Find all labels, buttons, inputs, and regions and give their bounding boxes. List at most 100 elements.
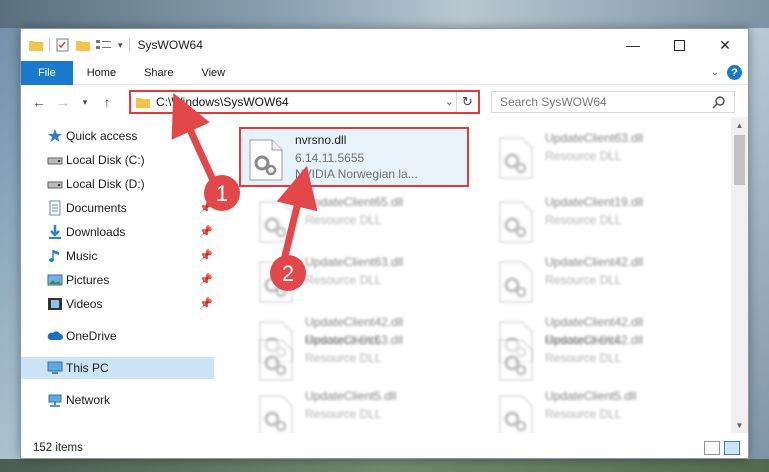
- item-count: 152 items: [33, 442, 83, 454]
- file-name: UpdateClient5.dll: [305, 389, 397, 403]
- pin-icon[interactable]: 📌: [199, 225, 213, 238]
- file-tile-highlighted[interactable]: nvrsno.dll 6.14.11.5655 NVIDIA Norwegian…: [239, 127, 469, 187]
- pin-icon[interactable]: 📌: [199, 249, 213, 262]
- help-icon[interactable]: ?: [727, 65, 742, 80]
- pc-icon: [47, 361, 63, 374]
- sidebar-item-downloads[interactable]: Downloads 📌: [21, 221, 214, 243]
- file-tile[interactable]: UpdateClient5.dll Resource DLL: [491, 385, 721, 433]
- sidebar-item-videos[interactable]: Videos 📌: [21, 293, 214, 315]
- downloads-icon: [49, 225, 61, 239]
- sidebar-item-onedrive[interactable]: OneDrive: [21, 325, 214, 347]
- sidebar-item-label: OneDrive: [66, 329, 117, 343]
- tab-share[interactable]: Share: [130, 61, 187, 85]
- desktop-wallpaper: [0, 0, 769, 28]
- sidebar-item-network[interactable]: Network: [21, 389, 214, 411]
- search-box[interactable]: Search SysWOW64: [491, 91, 735, 113]
- search-icon[interactable]: [712, 95, 726, 109]
- search-placeholder[interactable]: Search SysWOW64: [500, 95, 607, 109]
- documents-icon: [49, 200, 61, 216]
- sidebar-item-label: Videos: [66, 297, 103, 311]
- expand-ribbon-icon[interactable]: ⌄: [711, 67, 719, 78]
- file-description: Resource DLL: [545, 213, 622, 227]
- minimize-button[interactable]: —: [610, 29, 656, 61]
- scroll-down-icon[interactable]: ▼: [731, 417, 748, 433]
- pin-icon[interactable]: 📌: [199, 273, 213, 286]
- vertical-scrollbar[interactable]: ▲ ▼: [731, 117, 748, 433]
- star-icon: [48, 129, 62, 142]
- sidebar-item-local-disk-d[interactable]: Local Disk (D:): [21, 173, 214, 195]
- scroll-up-icon[interactable]: ▲: [731, 117, 748, 133]
- file-description: NVIDIA Norwegian la...: [295, 167, 418, 181]
- file-name: UpdateClient19.dll: [545, 195, 644, 209]
- sidebar-item-label: Quick access: [66, 129, 138, 143]
- pictures-icon: [47, 274, 63, 286]
- file-description: Resource DLL: [305, 351, 382, 365]
- close-button[interactable]: ✕: [702, 29, 748, 61]
- file-description: Resource DLL: [545, 273, 622, 287]
- customize-qat-icon[interactable]: ▾: [118, 40, 123, 51]
- file-description: Resource DLL: [545, 407, 622, 421]
- file-tile[interactable]: UpdateClient42.dll Resource DLL: [491, 251, 721, 311]
- maximize-button[interactable]: [656, 29, 702, 61]
- sidebar-item-quick-access[interactable]: Quick access: [21, 125, 214, 147]
- dll-file-icon: [259, 339, 293, 381]
- file-name: UpdateClient65.dll: [305, 195, 404, 209]
- divider: [128, 38, 130, 52]
- dll-file-icon: [249, 139, 283, 181]
- file-tile[interactable]: UpdateClient19.dll Resource DLL: [491, 191, 721, 251]
- folder-icon: [29, 41, 43, 51]
- sidebar-item-documents[interactable]: Documents 📌: [21, 197, 214, 219]
- dll-file-icon: [499, 395, 533, 433]
- file-tile[interactable]: UpdateClient65.dll Resource DLL: [251, 191, 481, 251]
- window-title: SysWOW64: [137, 38, 203, 52]
- up-button[interactable]: ↑: [97, 92, 117, 112]
- recent-locations-icon[interactable]: ▾: [75, 92, 95, 112]
- file-name: UpdateClient42.dll: [545, 333, 644, 347]
- ribbon-right-controls: ⌄ ?: [711, 65, 742, 80]
- details-view-icon[interactable]: [704, 441, 720, 455]
- sidebar-item-label: Local Disk (D:): [66, 177, 145, 191]
- pin-icon[interactable]: 📌: [199, 297, 213, 310]
- sidebar-item-music[interactable]: Music 📌: [21, 245, 214, 267]
- file-tile[interactable]: UpdateClient5.dll Resource DLL: [251, 385, 481, 433]
- dll-file-icon: [499, 261, 533, 303]
- file-name: UpdateClient63.dll: [305, 255, 404, 269]
- file-tile[interactable]: UpdateClient63.dll Resource DLL: [491, 127, 721, 187]
- ribbon-tabs: File Home Share View ⌄ ?: [21, 60, 748, 85]
- back-button[interactable]: ←: [29, 92, 49, 112]
- file-version: 6.14.11.5655: [295, 151, 365, 165]
- view-options-icon[interactable]: [96, 39, 112, 51]
- file-tile[interactable]: UpdateClient42.dll Resource DLL: [491, 329, 721, 389]
- dll-file-icon: [499, 339, 533, 381]
- sidebar-item-label: Pictures: [66, 273, 110, 287]
- address-bar[interactable]: C:\Windows\SysWOW64 ⌄ ↻: [129, 90, 480, 114]
- file-description: Resource DLL: [545, 351, 622, 365]
- window-controls: — ✕: [610, 29, 748, 61]
- sidebar-item-label: Music: [66, 249, 98, 263]
- view-toggle: [704, 441, 740, 455]
- tab-home[interactable]: Home: [73, 61, 130, 85]
- dll-file-icon: [259, 201, 293, 243]
- file-name: UpdateClient42.dll: [545, 315, 644, 329]
- address-path[interactable]: C:\Windows\SysWOW64: [156, 95, 289, 109]
- sidebar-item-label: Network: [66, 393, 111, 407]
- file-name: UpdateClient42.dll: [305, 315, 404, 329]
- file-tile[interactable]: UpdateClient63.dll Resource DLL: [251, 329, 481, 389]
- refresh-button[interactable]: ↻: [456, 92, 478, 112]
- sidebar-item-local-disk-c[interactable]: Local Disk (C:): [21, 149, 214, 171]
- network-icon: [48, 394, 62, 407]
- forward-button[interactable]: →: [53, 92, 73, 112]
- dll-file-icon: [259, 261, 293, 303]
- properties-icon[interactable]: [56, 38, 70, 52]
- sidebar-item-this-pc[interactable]: This PC: [21, 357, 214, 379]
- address-dropdown-icon[interactable]: ⌄: [445, 95, 454, 108]
- new-folder-icon[interactable]: [76, 39, 90, 51]
- scrollbar-thumb[interactable]: [734, 135, 745, 185]
- pin-icon[interactable]: 📌: [199, 201, 213, 214]
- tab-file[interactable]: File: [21, 60, 73, 85]
- file-tile[interactable]: UpdateClient63.dll Resource DLL: [251, 251, 481, 311]
- sidebar-item-pictures[interactable]: Pictures 📌: [21, 269, 214, 291]
- tiles-view-icon[interactable]: [724, 441, 740, 455]
- sidebar-item-label: Local Disk (C:): [66, 153, 145, 167]
- tab-view[interactable]: View: [187, 61, 239, 85]
